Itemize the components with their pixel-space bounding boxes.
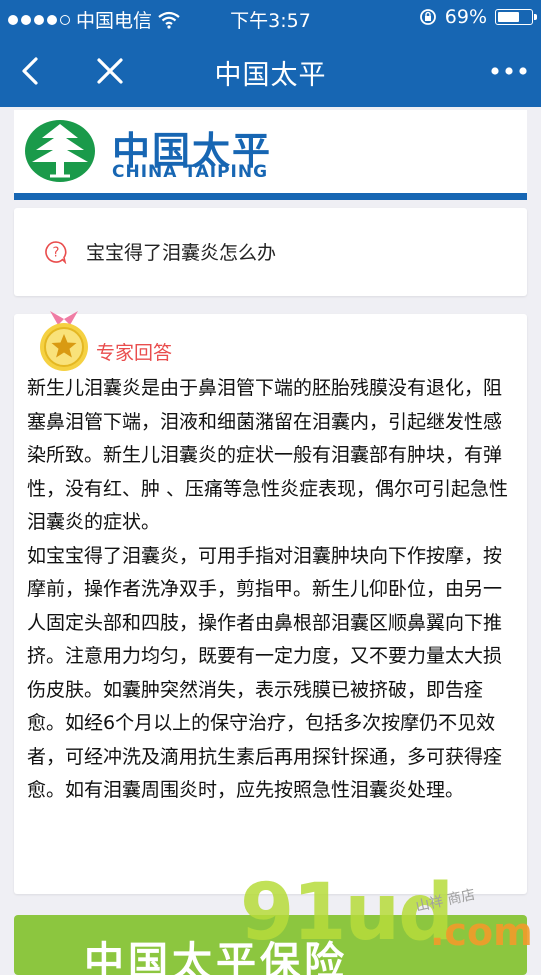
page-title: 中国太平 xyxy=(214,60,327,91)
question-icon: ? xyxy=(45,241,67,264)
answer-card: 专家回答 新生儿泪囊炎是由于鼻泪管下端的胚胎残膜没有退化，阻塞鼻泪管下端，泪液和… xyxy=(14,311,527,894)
promo-banner[interactable]: 中国太平保险 xyxy=(14,915,527,975)
nav-bar: 中国太平 xyxy=(0,35,541,107)
question-text: 宝宝得了泪囊炎怎么办 xyxy=(86,242,277,264)
more-dots-icon xyxy=(491,67,527,75)
status-right: 69% xyxy=(419,6,537,28)
svg-text:?: ? xyxy=(53,246,60,261)
battery-icon xyxy=(495,9,537,25)
answer-paragraph: 新生儿泪囊炎是由于鼻泪管下端的胚胎残膜没有退化，阻塞鼻泪管下端，泪液和细菌潴留在… xyxy=(27,377,509,533)
expert-answer-label: 专家回答 xyxy=(96,342,173,364)
banner-text: 中国太平保险 xyxy=(84,939,348,975)
medal-icon xyxy=(40,311,88,371)
question-card: ? 宝宝得了泪囊炎怎么办 xyxy=(14,208,527,296)
logo-underline xyxy=(14,193,527,200)
more-button[interactable] xyxy=(487,49,531,93)
china-taiping-logo-icon xyxy=(25,120,95,182)
answer-paragraph: 如宝宝得了泪囊炎，可用手指对泪囊肿块向下作按摩，按摩前，操作者洗净双手，剪指甲。… xyxy=(27,544,503,802)
logo-card: 中国太平 CHINA TAIPING xyxy=(14,110,527,200)
battery-percent: 69% xyxy=(444,6,487,28)
answer-body: 新生儿泪囊炎是由于鼻泪管下端的胚胎残膜没有退化，阻塞鼻泪管下端，泪液和细菌潴留在… xyxy=(27,372,517,808)
logo-name-en: CHINA TAIPING xyxy=(112,162,269,182)
rotation-lock-icon xyxy=(419,9,436,25)
status-bar: 中国电信 下午3:57 69% xyxy=(0,0,541,35)
